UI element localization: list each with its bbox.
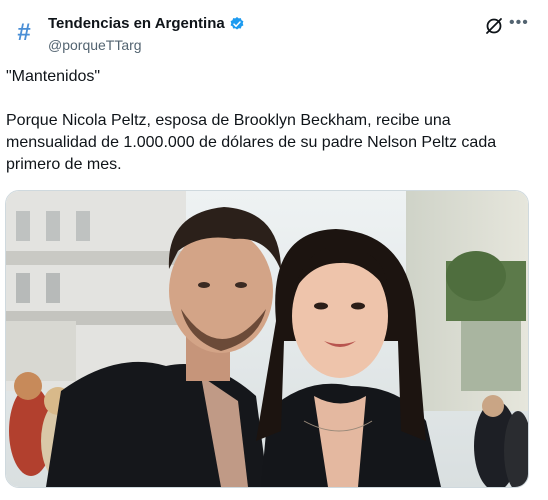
tweet-line-title: "Mantenidos" (6, 68, 101, 85)
photo-illustration (6, 191, 528, 487)
tweet-photo[interactable] (5, 190, 529, 488)
verified-badge-icon (230, 16, 244, 30)
man-face (169, 229, 273, 353)
account-name-row[interactable]: Tendencias en Argentina (48, 15, 245, 32)
hashtag-logo: # (17, 19, 31, 46)
tweet-line-body: Porque Nicola Peltz, esposa de Brooklyn … (6, 112, 497, 173)
more-options-button[interactable]: ••• (509, 14, 531, 34)
tweet-text: "Mantenidos" Porque Nicola Peltz, esposa… (6, 66, 536, 176)
account-avatar[interactable]: # (10, 19, 38, 47)
account-handle[interactable]: @porqueTTarg (48, 37, 142, 53)
display-name[interactable]: Tendencias en Argentina (48, 15, 225, 32)
grok-icon[interactable] (484, 16, 504, 36)
